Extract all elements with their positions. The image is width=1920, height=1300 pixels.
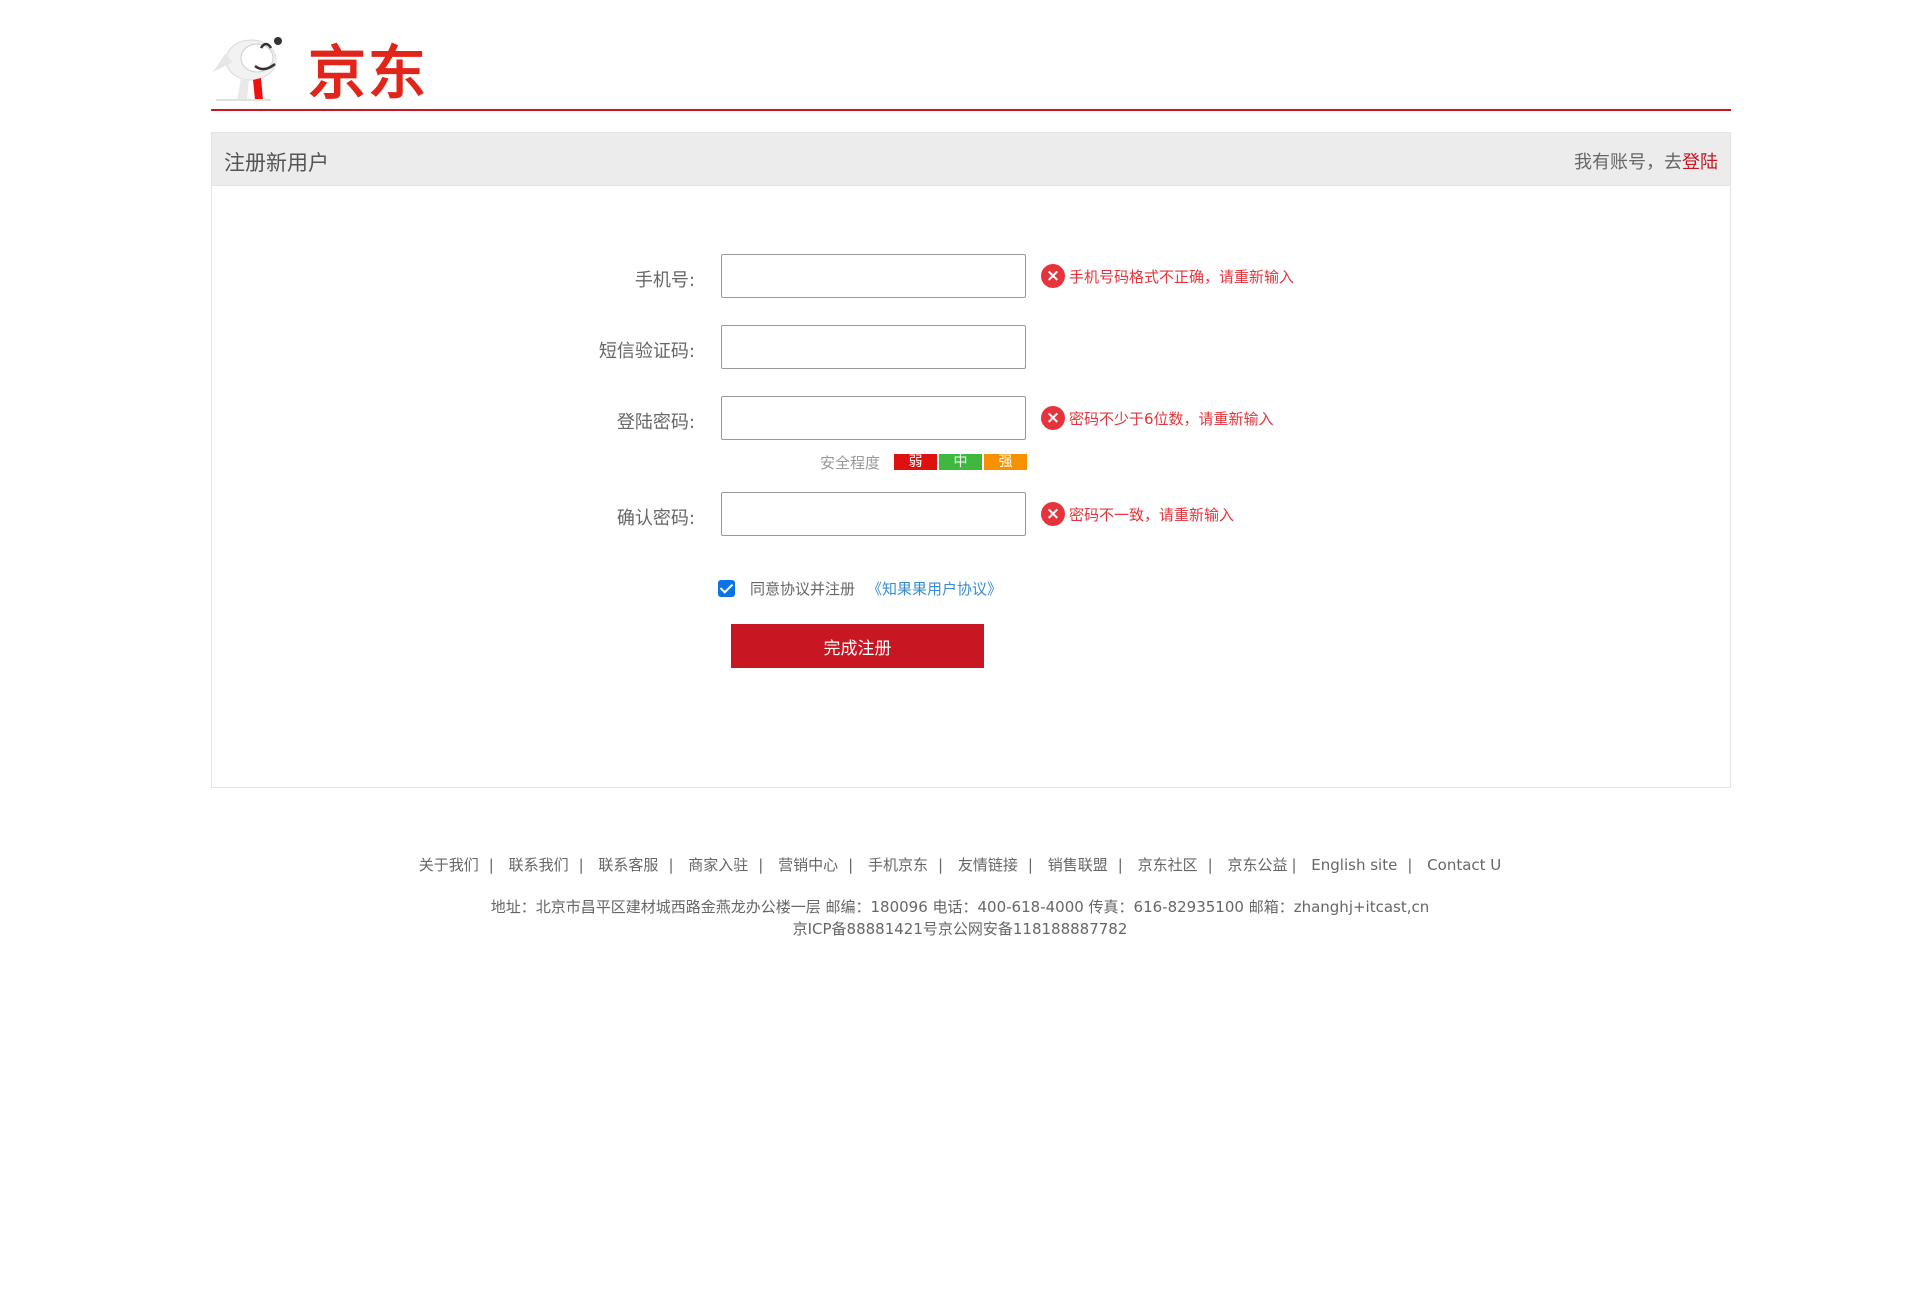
- agree-text: 同意协议并注册: [750, 580, 856, 598]
- jd-logo[interactable]: 京东: [211, 28, 441, 108]
- phone-label: 手机号:: [634, 270, 695, 291]
- login-prompt-text: 我有账号，去: [1574, 152, 1682, 173]
- error-icon: ×: [1041, 264, 1065, 288]
- footer-separator: |: [758, 856, 764, 874]
- logo-text: 京东: [308, 39, 429, 107]
- footer-links: 关于我们 | 联系我们 | 联系客服 | 商家入驻 | 营销中心 | 手机京东 | 友情链接…: [0, 854, 1920, 875]
- form-row-confirm: 确认密码: × 密码不一致，请重新输入: [212, 492, 1730, 538]
- password-error: × 密码不少于6位数，请重新输入: [1041, 405, 1274, 431]
- footer-separator: |: [1407, 856, 1413, 874]
- footer-link-about[interactable]: 关于我们: [419, 856, 479, 874]
- footer-link-charity[interactable]: 京东公益: [1227, 856, 1287, 874]
- confirm-password-input[interactable]: [721, 492, 1026, 536]
- footer-link-contact-en[interactable]: Contact U: [1427, 856, 1501, 874]
- footer-link-friends[interactable]: 友情链接: [958, 856, 1018, 874]
- footer-link-community[interactable]: 京东社区: [1138, 856, 1198, 874]
- error-icon: ×: [1041, 406, 1065, 430]
- login-link[interactable]: 登陆: [1682, 152, 1718, 173]
- strength-strong: 强: [984, 454, 1028, 470]
- password-error-text: 密码不少于6位数，请重新输入: [1069, 409, 1274, 428]
- footer-separator: |: [1117, 856, 1123, 874]
- form-row-password: 登陆密码: × 密码不少于6位数，请重新输入: [212, 396, 1730, 442]
- error-icon: ×: [1041, 502, 1065, 526]
- footer-link-service[interactable]: 联系客服: [598, 856, 658, 874]
- form-row-sms: 短信验证码:: [212, 325, 1730, 371]
- footer-link-merchant[interactable]: 商家入驻: [688, 856, 748, 874]
- footer-link-english[interactable]: English site: [1311, 856, 1397, 874]
- confirm-label: 确认密码:: [616, 508, 695, 529]
- register-panel: 注册新用户 我有账号，去登陆 手机号: × 手机号码格式不正确，请重新输入 短信…: [211, 132, 1731, 788]
- footer-address: 地址：北京市昌平区建材城西路金燕龙办公楼一层 邮编：180096 电话：400-…: [490, 898, 1430, 916]
- page: 京东 注册新用户 我有账号，去登陆 手机号: × 手机号码格式不正确，请重新输入…: [0, 0, 1920, 1300]
- confirm-error: × 密码不一致，请重新输入: [1041, 501, 1234, 527]
- footer-separator: |: [1207, 856, 1213, 874]
- header: 京东: [211, 0, 1731, 111]
- page-title: 注册新用户: [224, 151, 329, 175]
- agreement-link[interactable]: 《知果果用户协议》: [867, 578, 1002, 599]
- password-strength: 安全程度 弱 中 强: [820, 453, 1029, 472]
- phone-error: × 手机号码格式不正确，请重新输入: [1041, 263, 1294, 289]
- footer-separator: |: [578, 856, 584, 874]
- sms-code-input[interactable]: [721, 325, 1026, 369]
- password-input[interactable]: [721, 396, 1026, 440]
- strength-weak: 弱: [894, 454, 938, 470]
- strength-medium: 中: [939, 454, 983, 470]
- footer-link-sales[interactable]: 销售联盟: [1048, 856, 1108, 874]
- footer-separator: |: [668, 856, 674, 874]
- agreement-row: 同意协议并注册 《知果果用户协议》: [718, 578, 1002, 599]
- agree-checkbox[interactable]: [718, 580, 735, 597]
- footer-link-contact[interactable]: 联系我们: [509, 856, 569, 874]
- footer-separator: |: [488, 856, 494, 874]
- phone-input[interactable]: [721, 254, 1026, 298]
- footer-separator: |: [938, 856, 944, 874]
- footer-link-mobile[interactable]: 手机京东: [868, 856, 928, 874]
- form-row-phone: 手机号: × 手机号码格式不正确，请重新输入: [212, 254, 1730, 300]
- footer-separator: |: [1027, 856, 1033, 874]
- footer-separator: |: [848, 856, 854, 874]
- strength-label: 安全程度: [820, 453, 881, 472]
- footer-link-marketing[interactable]: 营销中心: [778, 856, 838, 874]
- login-prompt: 我有账号，去登陆: [1574, 148, 1718, 174]
- password-label: 登陆密码:: [616, 412, 695, 433]
- footer-icp: 京ICP备88881421号京公网安备118188887782: [792, 920, 1128, 938]
- footer-separator: |: [1291, 856, 1297, 874]
- footer-info: 地址：北京市昌平区建材城西路金燕龙办公楼一层 邮编：180096 电话：400-…: [0, 896, 1920, 940]
- sms-label: 短信验证码:: [598, 341, 695, 362]
- phone-error-text: 手机号码格式不正确，请重新输入: [1069, 267, 1295, 286]
- confirm-error-text: 密码不一致，请重新输入: [1069, 505, 1235, 524]
- complete-register-button[interactable]: 完成注册: [731, 624, 984, 668]
- register-header: 注册新用户 我有账号，去登陆: [212, 133, 1730, 186]
